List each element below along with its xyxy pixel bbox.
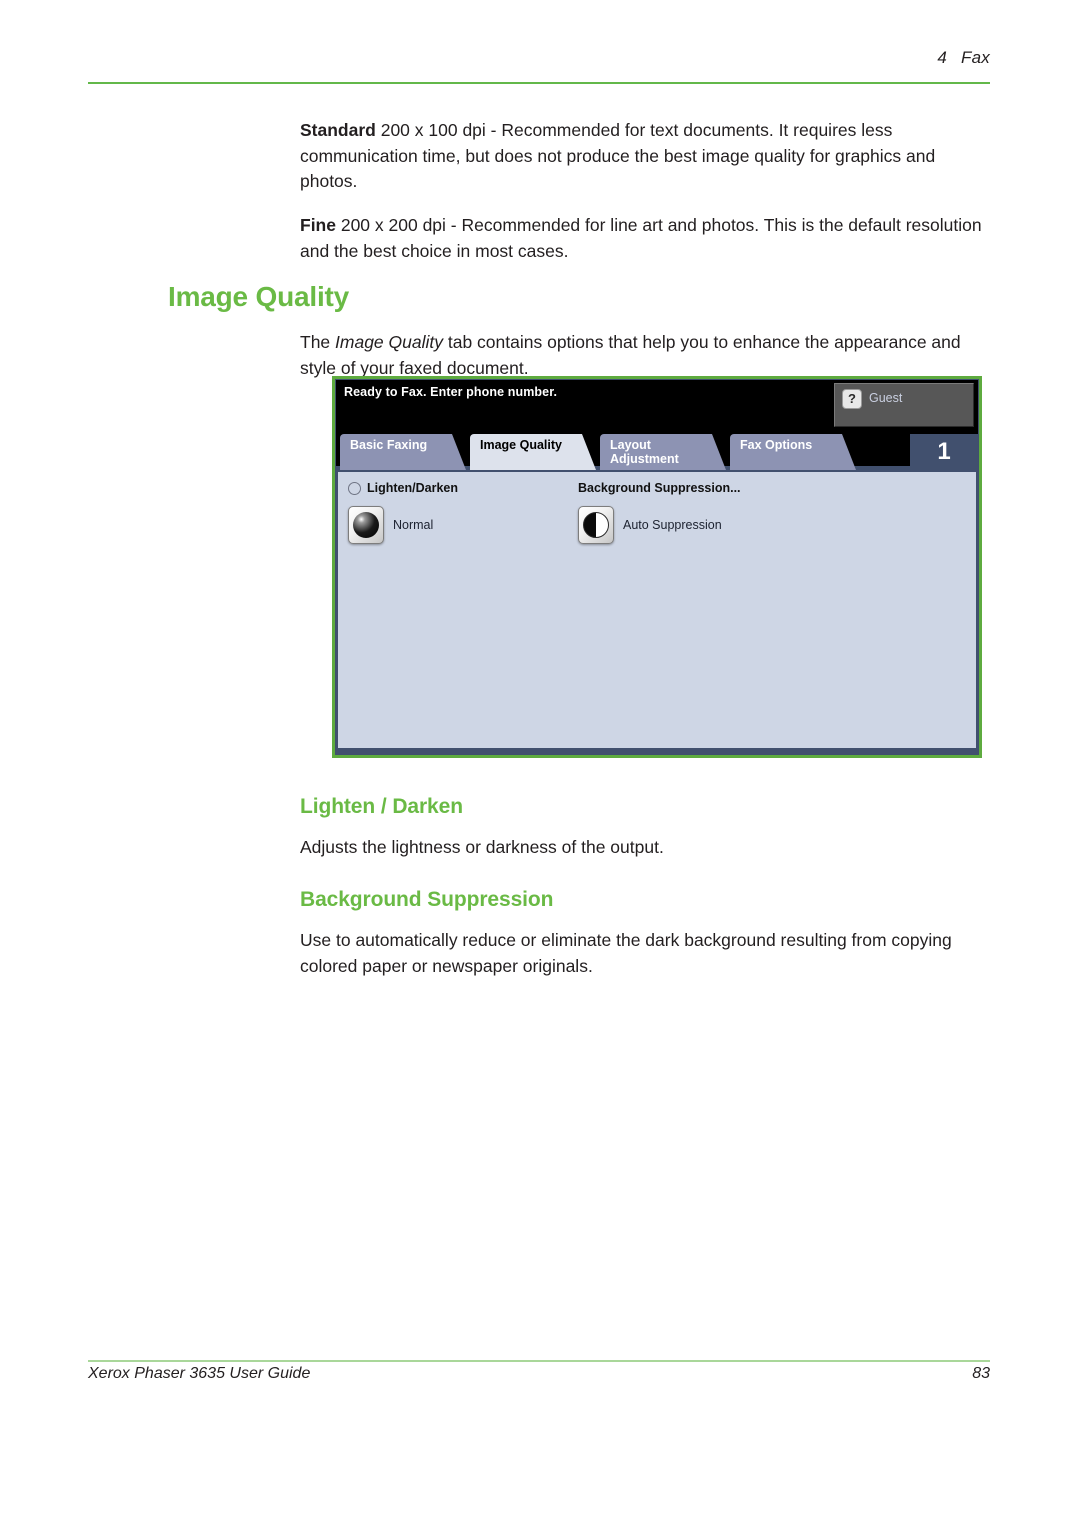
guest-label: Guest	[869, 391, 903, 405]
page-indicator: 1	[910, 434, 978, 470]
lighten-darken-header: Lighten/Darken	[348, 480, 458, 496]
header-chapter-number: 4	[937, 48, 948, 67]
question-mark-icon: ?	[842, 389, 862, 409]
guest-login-button[interactable]: ? Guest	[834, 383, 974, 427]
half-black-half-white-circle-icon-button[interactable]	[578, 506, 614, 544]
paragraph-lighten-darken: Adjusts the lightness or darkness of the…	[300, 837, 664, 857]
paragraph-image-quality-intro: The Image Quality tab contains options t…	[300, 330, 982, 381]
tab-layout-adjustment-label-line1: Layout	[610, 438, 651, 452]
intro-before: The	[300, 332, 336, 352]
paragraph-background-suppression: Use to automatically reduce or eliminate…	[300, 930, 952, 976]
page-footer: Xerox Phaser 3635 User Guide 83	[88, 1365, 990, 1391]
background-suppression-description: Use to automatically reduce or eliminate…	[300, 928, 982, 979]
fine-text: 200 x 200 dpi - Recommended for line art…	[300, 215, 982, 261]
background-suppression-value: Auto Suppression	[623, 518, 722, 532]
footer-page-number: 83	[972, 1365, 990, 1382]
document-page: 4 Fax Standard 200 x 100 dpi - Recommende…	[0, 0, 1080, 1527]
background-suppression-value-row[interactable]: Auto Suppression	[578, 506, 741, 544]
tab-image-quality[interactable]: Image Quality	[470, 434, 596, 470]
status-message: Ready to Fax. Enter phone number.	[344, 385, 558, 399]
intro-italic-term: Image Quality	[335, 332, 443, 352]
tab-layout-adjustment-label-line2: Adjustment	[610, 451, 679, 466]
standard-lead-in: Standard	[300, 120, 376, 140]
device-status-bar: Ready to Fax. Enter phone number. ? Gues…	[336, 380, 978, 430]
tab-image-quality-label: Image Quality	[480, 438, 562, 452]
heading-image-quality: Image Quality	[168, 281, 350, 312]
header-chapter-title: Fax	[961, 48, 990, 67]
half-black-half-white-circle-icon	[583, 512, 609, 538]
tab-fax-options[interactable]: Fax Options	[730, 434, 856, 470]
tab-fax-options-label: Fax Options	[740, 438, 813, 452]
heading-lighten-darken: Lighten / Darken	[300, 795, 463, 818]
paragraph-fine: Fine 200 x 200 dpi - Recommended for lin…	[300, 213, 982, 264]
device-tab-strip: Basic Faxing Image Quality Layout Adjust…	[336, 430, 978, 470]
heading-background-suppression: Background Suppression	[300, 888, 554, 911]
lighten-darken-description: Adjusts the lightness or darkness of the…	[300, 835, 982, 861]
option-group-lighten-darken: Lighten/Darken Normal	[348, 480, 458, 544]
paragraph-standard: Standard 200 x 100 dpi - Recommended for…	[300, 118, 982, 195]
footer-guide-title: Xerox Phaser 3635 User Guide	[88, 1365, 311, 1382]
lighten-darken-value: Normal	[393, 518, 434, 532]
tab-basic-faxing[interactable]: Basic Faxing	[340, 434, 466, 470]
background-suppression-header: Background Suppression...	[578, 480, 741, 496]
lighten-darken-value-row[interactable]: Normal	[348, 506, 458, 544]
device-screenshot-figure: Ready to Fax. Enter phone number. ? Gues…	[332, 376, 982, 758]
header-divider	[88, 82, 990, 84]
footer-divider	[88, 1360, 990, 1362]
tab-layout-adjustment[interactable]: Layout Adjustment	[600, 434, 726, 470]
option-group-background-suppression: Background Suppression... Auto Suppressi…	[578, 480, 741, 544]
gradient-sphere-icon	[353, 512, 379, 538]
fine-lead-in: Fine	[300, 215, 336, 236]
device-content-panel: Lighten/Darken Normal Background Suppres…	[336, 470, 978, 754]
standard-text: 200 x 100 dpi - Recommended for text doc…	[300, 120, 936, 192]
radio-icon[interactable]	[348, 481, 361, 495]
intro-paragraphs: Standard 200 x 100 dpi - Recommended for…	[300, 118, 982, 265]
background-suppression-label: Background Suppression...	[578, 481, 741, 495]
running-header: 4 Fax	[88, 48, 990, 86]
tab-basic-faxing-label: Basic Faxing	[350, 438, 428, 452]
device-ui: Ready to Fax. Enter phone number. ? Gues…	[335, 379, 979, 755]
lighten-darken-label: Lighten/Darken	[367, 481, 458, 495]
header-chapter: 4 Fax	[937, 48, 990, 68]
gradient-sphere-icon-button[interactable]	[348, 506, 384, 544]
image-quality-intro: The Image Quality tab contains options t…	[300, 330, 982, 381]
